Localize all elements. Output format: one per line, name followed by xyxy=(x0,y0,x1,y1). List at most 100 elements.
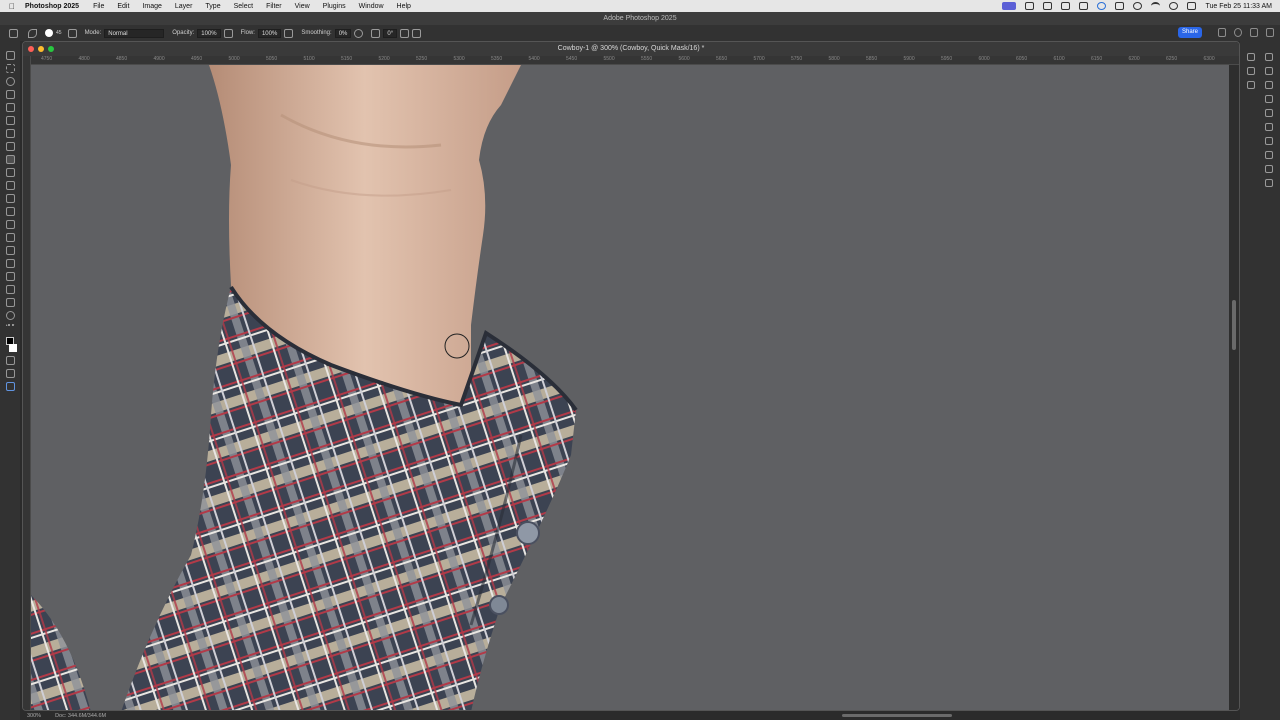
home-icon[interactable] xyxy=(9,28,18,38)
vertical-ruler[interactable] xyxy=(23,56,31,710)
patterns-icon[interactable] xyxy=(1265,95,1273,103)
background-color-swatch[interactable] xyxy=(9,344,17,352)
history-panel-icon[interactable] xyxy=(1247,53,1255,61)
search-icon[interactable] xyxy=(1169,2,1179,10)
airbrush-icon[interactable] xyxy=(284,28,294,38)
search-icon[interactable] xyxy=(1234,28,1242,37)
stamp-tool-icon[interactable] xyxy=(5,168,15,177)
symmetry-icon[interactable] xyxy=(412,28,422,38)
horizontal-ruler[interactable]: 4750 4800 4850 4900 4950 5000 5050 5100 5150 5200… xyxy=(31,56,1239,65)
bell-icon[interactable] xyxy=(1218,28,1226,37)
text-icon[interactable] xyxy=(1061,2,1071,10)
apple-icon[interactable]:  xyxy=(9,2,21,11)
gear-icon[interactable] xyxy=(354,28,364,38)
marquee-tool-icon[interactable] xyxy=(5,64,15,73)
wifi-icon[interactable] xyxy=(1151,2,1161,10)
menu-select[interactable]: Select xyxy=(234,3,253,10)
eraser-tool-icon[interactable] xyxy=(5,194,15,203)
menu-layer[interactable]: Layer xyxy=(175,3,193,10)
document-tab[interactable]: Cowboy-1 @ 300% (Cowboy, Quick Mask/16) … xyxy=(23,42,1239,56)
camera-icon[interactable] xyxy=(1025,2,1035,10)
brush-preset-picker[interactable]: 45 xyxy=(45,29,62,37)
menu-plugins[interactable]: Plugins xyxy=(323,3,346,10)
gradient-tool-icon[interactable] xyxy=(5,207,15,216)
zoom-tool-icon[interactable] xyxy=(5,311,15,320)
doc-size[interactable]: Doc: 344.6M/344.6M xyxy=(55,713,106,719)
vertical-scrollbar[interactable] xyxy=(1229,65,1239,710)
eyedropper-tool-icon[interactable] xyxy=(5,129,15,138)
menu-filter[interactable]: Filter xyxy=(266,3,282,10)
angle-field[interactable]: 0° xyxy=(383,28,398,38)
display-icon[interactable] xyxy=(1043,2,1053,10)
generative-icon[interactable] xyxy=(5,382,15,391)
bluetooth-icon[interactable] xyxy=(1079,2,1089,10)
layers-icon[interactable] xyxy=(1265,151,1273,159)
app-menu[interactable]: Photoshop 2025 xyxy=(25,3,79,10)
history-brush-tool-icon[interactable] xyxy=(5,181,15,190)
pen-tool-icon[interactable] xyxy=(5,246,15,255)
workspace-icon[interactable] xyxy=(1266,28,1274,37)
menu-edit[interactable]: Edit xyxy=(117,3,129,10)
move-tool-icon[interactable] xyxy=(5,51,15,60)
opacity-field[interactable]: 100% xyxy=(197,28,221,38)
ruler-tick-label: 6250 xyxy=(1166,56,1178,62)
screen-mode-icon[interactable] xyxy=(5,369,15,378)
color-panel-icon[interactable] xyxy=(1265,67,1273,75)
close-icon[interactable] xyxy=(28,46,34,52)
tool-presets-icon[interactable] xyxy=(1247,67,1255,75)
menu-help[interactable]: Help xyxy=(397,3,411,10)
cuff-button xyxy=(489,595,509,615)
menu-window[interactable]: Window xyxy=(359,3,384,10)
channels-icon[interactable] xyxy=(1265,165,1273,173)
comments-icon[interactable] xyxy=(1247,81,1255,89)
battery-icon[interactable] xyxy=(1115,2,1125,10)
moon-icon[interactable] xyxy=(1133,2,1143,10)
brush-tool-icon[interactable] xyxy=(5,155,15,164)
menu-view[interactable]: View xyxy=(295,3,310,10)
paths-icon[interactable] xyxy=(1265,179,1273,187)
properties-icon[interactable] xyxy=(1265,109,1273,117)
pressure-opacity-icon[interactable] xyxy=(223,28,233,38)
path-select-tool-icon[interactable] xyxy=(5,272,15,281)
mode-select[interactable]: Normal xyxy=(104,28,165,38)
zoom-level[interactable]: 300% xyxy=(27,713,41,719)
screen-record-icon[interactable] xyxy=(1002,2,1017,10)
opacity-group: Opacity: 100% xyxy=(172,28,233,38)
healing-tool-icon[interactable] xyxy=(5,142,15,151)
adjustments-icon[interactable] xyxy=(1265,123,1273,131)
horizontal-scrollbar[interactable] xyxy=(842,714,952,717)
libraries-icon[interactable] xyxy=(1265,53,1273,61)
frame-tool-icon[interactable] xyxy=(5,116,15,125)
more-tools-icon[interactable] xyxy=(5,324,15,333)
brushes-icon[interactable] xyxy=(1265,137,1273,145)
lightbulb-icon[interactable] xyxy=(1250,28,1258,37)
lasso-tool-icon[interactable] xyxy=(5,77,15,86)
blur-tool-icon[interactable] xyxy=(5,220,15,229)
brush-settings-icon[interactable] xyxy=(67,28,77,38)
control-center-icon[interactable] xyxy=(1187,2,1197,10)
creative-cloud-icon[interactable] xyxy=(1097,2,1107,10)
pressure-size-icon[interactable] xyxy=(400,28,410,38)
type-tool-icon[interactable] xyxy=(5,259,15,268)
image-canvas[interactable] xyxy=(31,65,1229,710)
minimize-icon[interactable] xyxy=(38,46,44,52)
shape-tool-icon[interactable] xyxy=(5,285,15,294)
share-button[interactable]: Share xyxy=(1178,27,1202,38)
brush-tool-icon[interactable] xyxy=(28,28,37,38)
hand-tool-icon[interactable] xyxy=(5,298,15,307)
crop-tool-icon[interactable] xyxy=(5,103,15,112)
menu-file[interactable]: File xyxy=(93,3,104,10)
quick-select-tool-icon[interactable] xyxy=(5,90,15,99)
maximize-icon[interactable] xyxy=(48,46,54,52)
clock[interactable]: Tue Feb 25 11:33 AM xyxy=(1205,3,1272,10)
ruler-tick-label: 4950 xyxy=(191,56,203,62)
menu-type[interactable]: Type xyxy=(205,3,220,10)
flow-field[interactable]: 100% xyxy=(257,28,282,38)
quick-mask-icon[interactable] xyxy=(5,356,15,365)
dodge-tool-icon[interactable] xyxy=(5,233,15,242)
swatches-icon[interactable] xyxy=(1265,81,1273,89)
smoothing-field[interactable]: 0% xyxy=(334,28,352,38)
scrollbar-thumb[interactable] xyxy=(1232,300,1236,350)
ruler-tick-label: 5850 xyxy=(866,56,878,62)
menu-image[interactable]: Image xyxy=(142,3,161,10)
